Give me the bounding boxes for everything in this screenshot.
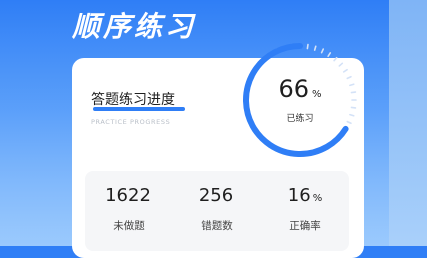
progress-label: 已练习 [286, 114, 314, 124]
progress-percent: 66% [239, 75, 361, 109]
progress-percent-number: 66 [278, 75, 310, 103]
progress-ring-tick [342, 68, 348, 73]
stat-value: 16% [261, 185, 349, 210]
progress-ring-tick [338, 62, 344, 67]
stat-unit: % [312, 193, 323, 204]
stat-number: 256 [198, 185, 234, 206]
progress-ring-tick [333, 56, 338, 62]
progress-ring-tick [313, 45, 317, 51]
stat-label: 错题数 [201, 220, 233, 232]
stat-number: 1622 [105, 185, 151, 206]
stat-accuracy[interactable]: 16% 正确率 [261, 185, 349, 233]
stat-unanswered[interactable]: 1622 未做题 [85, 185, 173, 233]
stat-value: 256 [173, 185, 261, 210]
section-title: 答题练习进度 [91, 92, 175, 108]
stat-label: 正确率 [289, 220, 321, 232]
adjacent-panel-edge [389, 0, 427, 246]
progress-percent-unit: % [312, 89, 322, 100]
progress-ring-tick [320, 48, 325, 54]
section-subtitle: PRACTICE PROGRESS [91, 118, 171, 126]
stats-panel: 1622 未做题 256 错题数 16% 正确率 [85, 171, 349, 251]
page-title: 顺序练习 [72, 10, 197, 43]
stat-number: 16 [287, 185, 311, 206]
progress-card: 答题练习进度 PRACTICE PROGRESS 66% 已练习 1622 未做… [72, 43, 364, 258]
progress-ring-tick [306, 43, 309, 50]
stat-label: 未做题 [113, 220, 145, 232]
stat-wrong[interactable]: 256 错题数 [173, 185, 261, 233]
section-title-underline [93, 107, 185, 111]
stat-value: 1622 [85, 185, 173, 210]
progress-gauge: 66% 已练习 [239, 39, 361, 161]
progress-ring-tick [327, 52, 332, 58]
